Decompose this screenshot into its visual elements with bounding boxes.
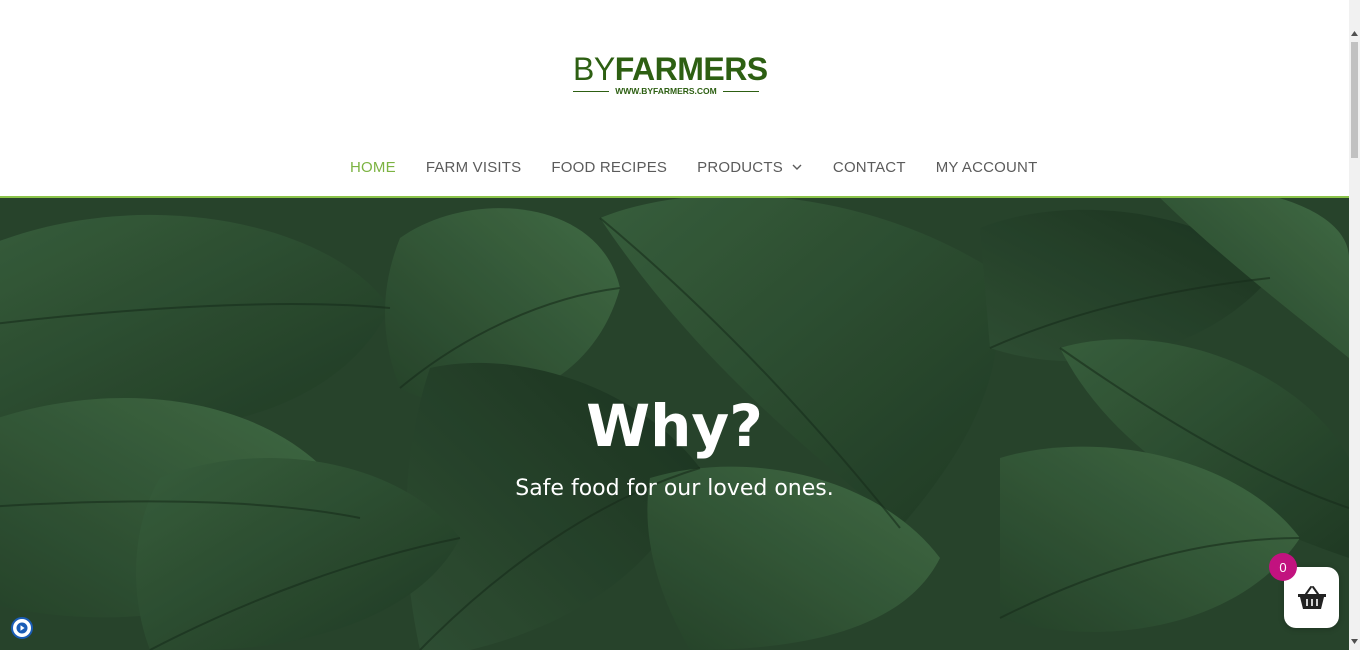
main-nav: HOME FARM VISITS FOOD RECIPES PRODUCTS C… <box>335 150 1052 184</box>
nav-item-food-recipes[interactable]: FOOD RECIPES <box>536 150 682 184</box>
hero-title: Why? <box>586 392 763 460</box>
nav-item-label: FOOD RECIPES <box>551 158 668 176</box>
basket-icon <box>1297 585 1326 609</box>
hero-section: Why? Safe food for our loved ones. <box>0 198 1349 650</box>
play-circle-icon <box>16 622 28 634</box>
nav-item-label: PRODUCTS <box>697 158 783 176</box>
nav-item-label: FARM VISITS <box>425 158 522 176</box>
logo-prefix: BY <box>573 51 615 87</box>
nav-item-home[interactable]: HOME <box>335 150 411 184</box>
nav-item-my-account[interactable]: MY ACCOUNT <box>921 150 1053 184</box>
logo-rule-left <box>573 90 610 92</box>
cart-count-badge: 0 <box>1269 553 1297 581</box>
page-scrollbar[interactable] <box>1349 0 1360 650</box>
nav-item-products[interactable]: PRODUCTS <box>682 150 818 184</box>
nav-item-label: MY ACCOUNT <box>935 158 1038 176</box>
logo-main-text: FARMERS <box>614 51 768 87</box>
triangle-down-icon <box>1351 638 1358 644</box>
nav-item-label: CONTACT <box>832 158 906 176</box>
logo-rule-right <box>722 90 759 92</box>
site-logo[interactable]: BYFARMERS WWW.BYFARMERS.COM <box>573 51 768 98</box>
nav-item-label: HOME <box>350 158 396 176</box>
nav-item-contact[interactable]: CONTACT <box>818 150 921 184</box>
accessibility-button[interactable] <box>11 617 33 639</box>
scroll-down-button[interactable] <box>1349 634 1360 648</box>
nav-item-farm-visits[interactable]: FARM VISITS <box>411 150 537 184</box>
triangle-up-icon <box>1351 30 1358 36</box>
scroll-up-button[interactable] <box>1349 26 1360 40</box>
scrollbar-thumb[interactable] <box>1351 42 1358 158</box>
hero-subtitle: Safe food for our loved ones. <box>515 476 834 501</box>
site-header: BYFARMERS WWW.BYFARMERS.COM HOME FARM VI… <box>0 0 1349 197</box>
chevron-down-icon <box>792 164 802 170</box>
logo-tagline: WWW.BYFARMERS.COM <box>573 85 759 97</box>
logo-wordmark: BYFARMERS <box>573 51 768 87</box>
logo-url: WWW.BYFARMERS.COM <box>615 86 717 96</box>
